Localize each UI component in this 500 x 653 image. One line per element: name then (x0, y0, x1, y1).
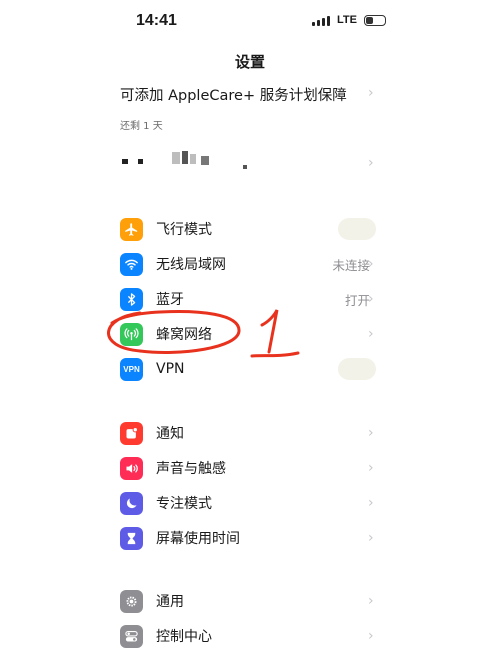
page-title: 设置 (234, 53, 265, 71)
settings-row-label: 通知 (156, 426, 184, 442)
applecare-remaining: 还剩 1 天 (120, 121, 163, 132)
settings-row-value: 未连接 (332, 257, 370, 273)
settings-row-hourglass[interactable]: 屏幕使用时间 › (0, 521, 500, 555)
chevron-right-icon: › (368, 530, 374, 546)
toggles-icon (120, 624, 143, 648)
settings-row-sound[interactable]: 声音与触感 › (0, 451, 500, 485)
chevron-right-icon: › (368, 593, 374, 609)
settings-row-label: 声音与触感 (156, 461, 226, 477)
chevron-right-icon: › (368, 495, 374, 511)
notification-icon (120, 421, 143, 445)
signal-icon (312, 15, 330, 26)
sound-icon (120, 456, 143, 480)
settings-row-label: 飞行模式 (156, 222, 212, 238)
settings-row-gear[interactable]: 通用 › (0, 584, 500, 618)
settings-row-label: 通用 (156, 594, 184, 610)
cellular-icon (120, 322, 143, 346)
airplane-icon (120, 217, 143, 241)
settings-row-label: VPN (156, 361, 185, 377)
settings-row-label: 蓝牙 (156, 292, 184, 308)
chevron-right-icon: › (368, 628, 374, 644)
status-bar: 14:41 LTE (0, 12, 500, 34)
settings-row-wifi[interactable]: 无线局域网 未连接 › (0, 247, 500, 281)
settings-row-notification[interactable]: 通知 › (0, 416, 500, 450)
moon-icon (120, 491, 143, 515)
chevron-right-icon: › (368, 155, 374, 171)
settings-row-toggles[interactable]: 控制中心 › (0, 619, 500, 653)
chevron-right-icon: › (368, 326, 374, 342)
toggle-switch[interactable] (338, 218, 376, 240)
chevron-right-icon: › (368, 425, 374, 441)
vpn-icon: VPN (120, 357, 143, 381)
settings-row-value: 打开 (344, 292, 370, 308)
apple-id-row[interactable]: › (0, 148, 500, 182)
chevron-right-icon: › (368, 256, 374, 272)
toggle-switch[interactable] (338, 358, 376, 380)
settings-row-cellular[interactable]: 蜂窝网络 › (0, 317, 500, 351)
settings-row-airplane[interactable]: 飞行模式 (0, 212, 500, 246)
settings-row-label: 蜂窝网络 (156, 327, 212, 343)
network-type: LTE (337, 14, 357, 26)
settings-row-moon[interactable]: 专注模式 › (0, 486, 500, 520)
settings-row-label: 无线局域网 (156, 257, 226, 273)
gear-icon (120, 589, 143, 613)
chevron-right-icon: › (368, 291, 374, 307)
settings-row-label: 控制中心 (156, 629, 212, 645)
settings-row-label: 屏幕使用时间 (156, 531, 240, 547)
applecare-row[interactable]: 可添加 AppleCare+ 服务计划保障 (120, 84, 347, 105)
chevron-right-icon: › (368, 85, 374, 101)
settings-screen: 14:41 LTE 设置 可添加 AppleCare+ 服务计划保障 › 还剩 … (0, 0, 500, 653)
settings-row-label: 专注模式 (156, 496, 212, 512)
battery-icon (363, 14, 386, 26)
wifi-icon (120, 252, 143, 276)
chevron-right-icon: › (368, 460, 374, 476)
bluetooth-icon (120, 287, 143, 311)
status-time: 14:41 (136, 12, 177, 29)
settings-row-bluetooth[interactable]: 蓝牙 打开 › (0, 282, 500, 316)
hourglass-icon (120, 526, 143, 550)
status-indicators: LTE (312, 14, 386, 26)
settings-row-vpn[interactable]: VPN VPN (0, 352, 500, 386)
